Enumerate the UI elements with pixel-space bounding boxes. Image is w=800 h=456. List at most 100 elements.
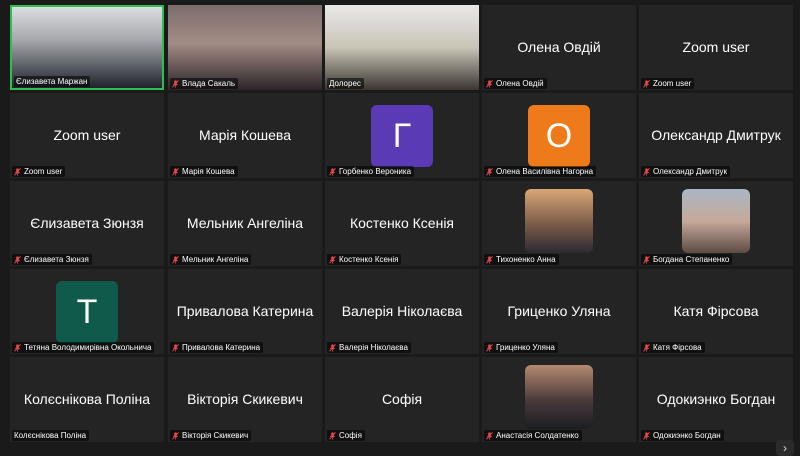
muted-mic-icon — [14, 255, 21, 264]
muted-mic-icon — [172, 79, 179, 88]
muted-mic-icon — [486, 79, 493, 88]
participant-tile[interactable]: Долорес — [325, 5, 479, 90]
participant-name-label: Тихоненко Анна — [484, 254, 559, 265]
participant-name-label: Єлизавета Зюнзя — [12, 254, 92, 265]
participant-tile[interactable]: Привалова Катерина Привалова Катерина — [168, 269, 322, 354]
participant-avatar: Г — [371, 105, 433, 167]
participant-tile[interactable]: Влада Сакаль — [168, 5, 322, 90]
participant-tile[interactable]: Софія Софія — [325, 357, 479, 442]
participant-name-text: Марія Кошева — [182, 167, 235, 176]
participant-name-text: Zoom user — [653, 79, 692, 88]
participant-tile[interactable]: Гриценко Уляна Гриценко Уляна — [482, 269, 636, 354]
participant-name-text: Костенко Ксенія — [339, 255, 399, 264]
participant-name-text: Богдана Степаненко — [653, 255, 730, 264]
participant-display-name: Одокиэнко Богдан — [656, 391, 776, 407]
muted-mic-icon — [14, 167, 21, 176]
participant-tile[interactable]: Олександр Дмитрук Олександр Дмитрук — [639, 93, 793, 178]
muted-mic-icon — [172, 255, 179, 264]
participant-name-label: Горбенко Вероника — [327, 166, 415, 177]
participant-display-name: Валерія Ніколаєва — [341, 303, 463, 319]
participant-name-label: Олена Овдій — [484, 78, 547, 89]
participant-tile[interactable]: Колєснікова Поліна Колєснікова Поліна — [10, 357, 164, 442]
participant-photo — [682, 189, 750, 253]
participant-name-label: Zoom user — [12, 166, 66, 177]
participant-tile[interactable]: Г Горбенко Вероника — [325, 93, 479, 178]
participant-grid: Єлизавета Маржан Влада Сакаль Долорес Олена… — [0, 0, 800, 448]
participant-tile[interactable]: Костенко Ксенія Костенко Ксенія — [325, 181, 479, 266]
participant-display-name: Олена Овдій — [517, 39, 601, 55]
participant-tile[interactable]: Єлизавета Маржан — [10, 5, 164, 90]
muted-mic-icon — [329, 343, 336, 352]
participant-name-text: Олександр Дмитрук — [653, 167, 727, 176]
participant-name-text: Вікторія Скикевич — [182, 431, 249, 440]
participant-display-name: Софія — [381, 391, 423, 407]
participant-name-text: Одокиэнко Богдан — [653, 431, 721, 440]
chevron-right-icon: › — [783, 441, 787, 455]
participant-tile[interactable]: Катя Фірсова Катя Фірсова — [639, 269, 793, 354]
participant-name-text: Анастасія Солдатенко — [496, 431, 579, 440]
participant-name-text: Софія — [339, 431, 362, 440]
participant-tile[interactable]: T Тетяна Володимирівна Окольнича — [10, 269, 164, 354]
participant-name-text: Тихоненко Анна — [496, 255, 556, 264]
participant-name-label: Богдана Степаненко — [641, 254, 733, 265]
participant-name-text: Катя Фірсова — [653, 343, 702, 352]
participant-display-name: Колєснікова Поліна — [23, 391, 151, 407]
participant-name-text: Олена Василівна Нагорна — [496, 167, 594, 176]
muted-mic-icon — [329, 167, 336, 176]
participant-tile[interactable]: Олена Овдій Олена Овдій — [482, 5, 636, 90]
muted-mic-icon — [643, 255, 650, 264]
participant-tile[interactable]: Марія Кошева Марія Кошева — [168, 93, 322, 178]
participant-photo — [525, 365, 593, 429]
participant-tile[interactable]: О Олена Василівна Нагорна — [482, 93, 636, 178]
participant-display-name: Zoom user — [682, 39, 750, 55]
participant-display-name: Олександр Дмитрук — [651, 127, 781, 143]
participant-name-label: Zoom user — [641, 78, 695, 89]
participant-name-text: Горбенко Вероника — [339, 167, 412, 176]
muted-mic-icon — [486, 167, 493, 176]
muted-mic-icon — [486, 431, 493, 440]
participant-tile[interactable]: Одокиэнко Богдан Одокиэнко Богдан — [639, 357, 793, 442]
participant-name-text: Єлизавета Зюнзя — [24, 255, 89, 264]
participant-name-label: Валерія Ніколаєва — [327, 342, 411, 353]
participant-name-text: Долорес — [329, 79, 361, 88]
participant-name-text: Мельник Ангеліна — [182, 255, 249, 264]
participant-display-name: Zoom user — [53, 127, 121, 143]
participant-name-label: Одокиэнко Богдан — [641, 430, 724, 441]
participant-display-name: Костенко Ксенія — [349, 215, 455, 231]
participant-display-name: Марія Кошева — [199, 127, 291, 143]
participant-display-name: Єлизавета Зюнзя — [30, 215, 144, 231]
participant-tile[interactable]: Єлизавета Зюнзя Єлизавета Зюнзя — [10, 181, 164, 266]
muted-mic-icon — [643, 79, 650, 88]
participant-name-label: Колєснікова Поліна — [12, 430, 90, 441]
participant-photo — [525, 189, 593, 253]
muted-mic-icon — [486, 255, 493, 264]
participant-tile[interactable]: Zoom user Zoom user — [10, 93, 164, 178]
muted-mic-icon — [329, 431, 336, 440]
participant-tile[interactable]: Тихоненко Анна — [482, 181, 636, 266]
participant-tile[interactable]: Вікторія Скикевич Вікторія Скикевич — [168, 357, 322, 442]
muted-mic-icon — [329, 255, 336, 264]
participant-display-name: Гриценко Уляна — [507, 303, 611, 319]
participant-tile[interactable]: Анастасія Солдатенко — [482, 357, 636, 442]
participant-name-label: Привалова Катерина — [170, 342, 264, 353]
participant-name-label: Софія — [327, 430, 365, 441]
participant-tile[interactable]: Богдана Степаненко — [639, 181, 793, 266]
participant-name-text: Zoom user — [24, 167, 63, 176]
participant-name-label: Влада Сакаль — [170, 78, 239, 89]
participant-name-text: Олена Овдій — [496, 79, 544, 88]
participant-name-label: Гриценко Уляна — [484, 342, 558, 353]
participant-name-text: Привалова Катерина — [182, 343, 261, 352]
participant-name-text: Валерія Ніколаєва — [339, 343, 408, 352]
participant-display-name: Катя Фірсова — [673, 303, 759, 319]
participant-tile[interactable]: Zoom user Zoom user — [639, 5, 793, 90]
participant-tile[interactable]: Мельник Ангеліна Мельник Ангеліна — [168, 181, 322, 266]
next-page-button[interactable]: › — [776, 440, 794, 456]
muted-mic-icon — [172, 431, 179, 440]
participant-name-label: Анастасія Солдатенко — [484, 430, 582, 441]
participant-name-label: Єлизавета Маржан — [14, 76, 91, 87]
participant-name-label: Марія Кошева — [170, 166, 238, 177]
participant-name-label: Тетяна Володимирівна Окольнича — [12, 342, 155, 353]
participant-tile[interactable]: Валерія Ніколаєва Валерія Ніколаєва — [325, 269, 479, 354]
participant-name-label: Катя Фірсова — [641, 342, 705, 353]
muted-mic-icon — [643, 343, 650, 352]
